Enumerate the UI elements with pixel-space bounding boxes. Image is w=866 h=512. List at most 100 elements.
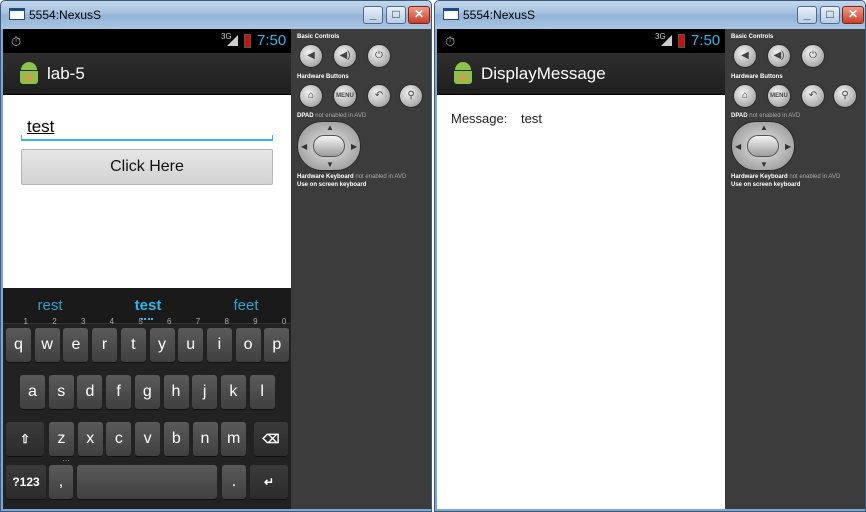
shift-icon[interactable]: ⇧ (6, 422, 44, 456)
dpad-right-icon[interactable]: ▶ (351, 143, 357, 151)
dpad-control[interactable]: ▲ ▼ ◀ ▶ (731, 121, 795, 171)
dpad-left-icon[interactable]: ◀ (301, 143, 307, 151)
search-icon[interactable]: ⚲ (399, 84, 423, 108)
key-y[interactable]: y6 (149, 317, 175, 362)
key-m[interactable]: m (221, 422, 247, 456)
key-c[interactable]: c (106, 422, 132, 456)
android-app-icon[interactable] (451, 61, 475, 87)
key-o[interactable]: o9 (235, 317, 261, 362)
key-u[interactable]: u7 (178, 317, 204, 362)
status-bar: ⏱ 3G 7:50 (437, 29, 725, 53)
signal-icon (661, 35, 672, 46)
emulator-client: ⏱ 3G 7:50 lab-5 test Click Here rest tes… (3, 29, 431, 509)
search-icon[interactable]: ⚲ (833, 84, 857, 108)
device-screen: ⏱ 3G 7:50 lab-5 test Click Here rest tes… (3, 29, 291, 509)
menu-button[interactable]: MENU (333, 84, 357, 108)
emulator-window-1: 5554:NexusS _ □ ✕ ⏱ 3G 7:50 lab-5 test C… (0, 0, 432, 512)
key-p[interactable]: p0 (264, 317, 290, 362)
key-h[interactable]: h (163, 375, 189, 409)
minimize-button[interactable]: _ (363, 6, 383, 24)
window-titlebar[interactable]: 5554:NexusS _ □ ✕ (1, 1, 431, 29)
key-q[interactable]: q1 (6, 317, 31, 362)
key-w[interactable]: w2 (34, 317, 60, 362)
alarm-icon: ⏱ (445, 34, 456, 49)
dpad-control[interactable]: ▲ ▼ ◀ ▶ (297, 121, 361, 171)
volume-down-icon[interactable]: ◀ (299, 44, 323, 68)
activity-content: Message: test (437, 95, 725, 509)
close-button[interactable]: ✕ (842, 6, 864, 24)
menu-button[interactable]: MENU (767, 84, 791, 108)
key-x[interactable]: x (77, 422, 103, 456)
hardware-keyboard-status: Hardware Keyboard not enabled in AVD (297, 174, 407, 180)
message-label: Message: (451, 111, 508, 126)
emulator-control-panel: Basic Controls ◀ ◀) ⏻ Hardware Buttons ⌂… (725, 29, 865, 509)
window-icon (9, 8, 25, 20)
volume-down-icon[interactable]: ◀ (733, 44, 757, 68)
android-app-icon[interactable] (17, 61, 41, 87)
message-edit-field[interactable]: test (21, 117, 273, 141)
maximize-button[interactable]: □ (386, 6, 406, 24)
key-s[interactable]: s (48, 375, 74, 409)
key-f[interactable]: f (106, 375, 132, 409)
symbols-key[interactable]: ?123 (6, 465, 46, 499)
enter-icon[interactable]: ↵ (250, 465, 288, 499)
key-e[interactable]: e3 (63, 317, 89, 362)
key-v[interactable]: v (135, 422, 161, 456)
dpad-up-icon[interactable]: ▲ (326, 124, 334, 132)
home-icon[interactable]: ⌂ (733, 84, 757, 108)
back-icon[interactable]: ↶ (367, 84, 391, 108)
key-g[interactable]: g (134, 375, 160, 409)
key-hint: 3 (80, 317, 86, 326)
power-icon[interactable]: ⏻ (367, 44, 391, 68)
close-button[interactable]: ✕ (408, 6, 430, 24)
key-k[interactable]: k (220, 375, 246, 409)
key-hint: 1 (23, 317, 28, 326)
spacebar-key[interactable] (77, 465, 217, 499)
window-icon (443, 8, 459, 20)
backspace-icon[interactable]: ⌫ (254, 422, 288, 456)
click-here-button[interactable]: Click Here (21, 149, 273, 185)
dpad-center[interactable] (747, 135, 779, 157)
status-clock: 7:50 (691, 32, 721, 49)
dpad-down-icon[interactable]: ▼ (326, 161, 334, 169)
back-icon[interactable]: ↶ (801, 84, 825, 108)
key-d[interactable]: d (77, 375, 103, 409)
key-n[interactable]: n (192, 422, 218, 456)
home-icon[interactable]: ⌂ (299, 84, 323, 108)
power-icon[interactable]: ⏻ (801, 44, 825, 68)
dpad-right-icon[interactable]: ▶ (785, 143, 791, 151)
key-i[interactable]: i8 (206, 317, 232, 362)
volume-up-icon[interactable]: ◀) (767, 44, 791, 68)
dpad-up-icon[interactable]: ▲ (760, 124, 768, 132)
comma-key[interactable]: ,… (49, 454, 73, 499)
emulator-control-panel: Basic Controls ◀ ◀) ⏻ Hardware Buttons ⌂… (291, 29, 431, 509)
action-bar: lab-5 (3, 53, 291, 95)
suggestion-item[interactable]: feet (201, 297, 291, 314)
key-hint: 4 (109, 317, 115, 326)
period-key[interactable]: . (222, 465, 246, 499)
dpad-center[interactable] (313, 135, 345, 157)
dpad-down-icon[interactable]: ▼ (760, 161, 768, 169)
maximize-button[interactable]: □ (820, 6, 840, 24)
key-z[interactable]: z (49, 422, 74, 456)
key-r[interactable]: r4 (92, 317, 118, 362)
key-b[interactable]: b (163, 422, 189, 456)
key-a[interactable]: a (20, 375, 45, 409)
key-j[interactable]: j (192, 375, 218, 409)
key-hint: 2 (52, 317, 57, 326)
battery-icon (244, 34, 251, 48)
dpad-left-icon[interactable]: ◀ (735, 143, 741, 151)
suggestion-strip: rest test feet (3, 288, 291, 324)
basic-controls-label: Basic Controls (297, 34, 340, 40)
key-l[interactable]: l (249, 375, 275, 409)
suggestion-item[interactable]: rest (5, 297, 95, 314)
onscreen-keyboard-label: Use on screen keyboard (731, 182, 801, 188)
message-value: test (521, 111, 542, 126)
soft-keyboard: rest test feet q1w2e3r4t5y6u7i8o9p0 asdfg… (3, 288, 291, 509)
key-t[interactable]: t5 (120, 317, 146, 362)
window-titlebar[interactable]: 5554:NexusS _ □ ✕ (435, 1, 865, 29)
minimize-button[interactable]: _ (797, 6, 817, 24)
suggestion-item-selected[interactable]: test (103, 297, 193, 314)
volume-up-icon[interactable]: ◀) (333, 44, 357, 68)
signal-icon (227, 35, 238, 46)
